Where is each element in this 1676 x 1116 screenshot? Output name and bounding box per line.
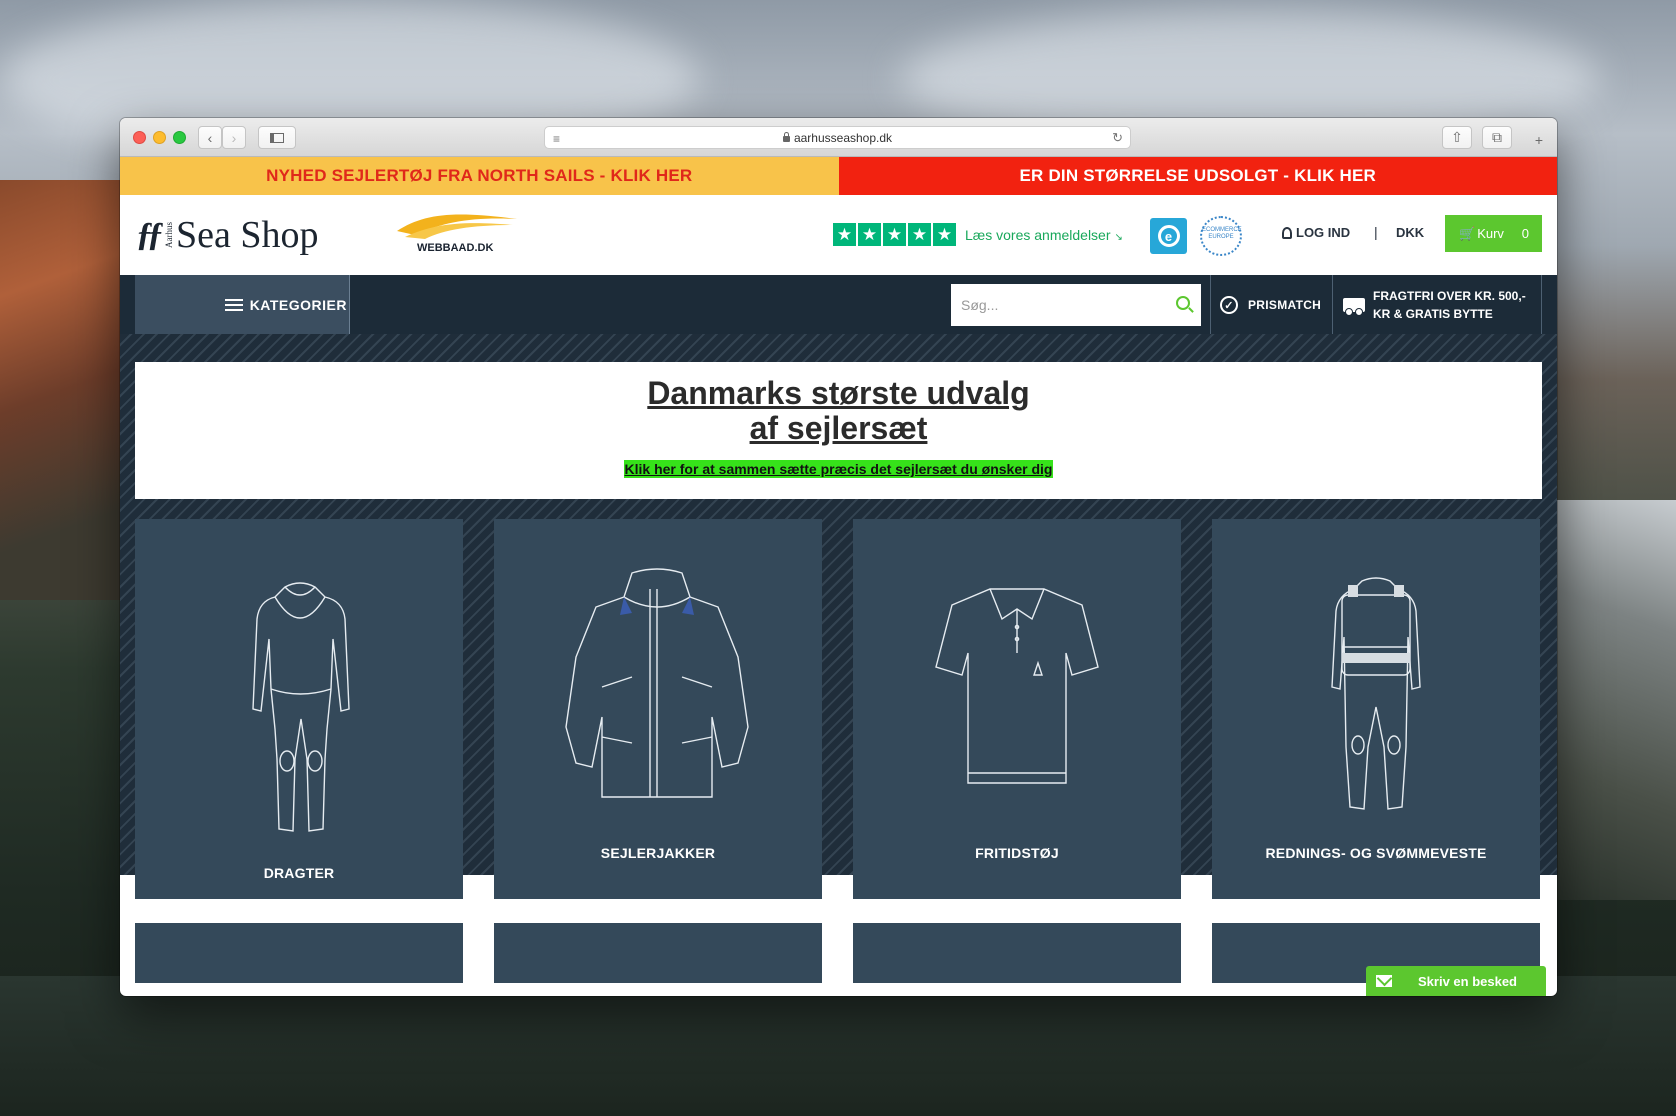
- cart-button[interactable]: 🛒 Kurv 0: [1445, 215, 1542, 252]
- categories-label: KATEGORIER: [249, 297, 347, 313]
- cart-icon: 🛒: [1459, 225, 1476, 241]
- category-tile-fritidstoej[interactable]: FRITIDSTØJ: [853, 519, 1181, 899]
- shipping-line1: FRAGTFRI OVER KR. 500,-: [1373, 289, 1526, 303]
- search-icon[interactable]: [1176, 296, 1190, 310]
- zoom-window-button[interactable]: [173, 131, 186, 144]
- trustpilot-reviews[interactable]: ★ ★ ★ ★ ★ Læs vores anmeldelser ↘: [833, 223, 1123, 246]
- logo-name: Sea Shop: [176, 214, 319, 256]
- e-mark-icon: e: [1157, 225, 1180, 247]
- category-tile-sejlerjakker[interactable]: SEJLERJAKKER: [494, 519, 822, 899]
- hero-title-line2: af sejlersæt: [749, 410, 928, 446]
- back-button[interactable]: ‹: [198, 126, 222, 149]
- sidebar-icon: [270, 132, 284, 143]
- reload-icon[interactable]: ↻: [1112, 130, 1123, 146]
- shipping-line2: KR & GRATIS BYTTE: [1373, 307, 1493, 321]
- category-tile[interactable]: [494, 923, 822, 983]
- browser-window: ‹ › ≡ aarhusseashop.dk ↻ ⇧ ⧉ + NYHED SEJ…: [120, 118, 1557, 996]
- polo-shirt-icon: [935, 588, 1099, 784]
- desktop-forest: [0, 976, 1676, 1116]
- webbaad-text: WEBBAAD.DK: [417, 242, 494, 254]
- site-logo[interactable]: ƒƒ Aarhus Sea Shop: [136, 213, 319, 257]
- site-header: ƒƒ Aarhus Sea Shop WEBBAAD.DK ★ ★ ★ ★ ★ …: [120, 195, 1557, 275]
- desktop-mountain: [0, 180, 130, 600]
- wetsuit-icon: [252, 582, 350, 832]
- shipping-info[interactable]: FRAGTFRI OVER KR. 500,- KR & GRATIS BYTT…: [1343, 275, 1526, 335]
- new-tab-button[interactable]: +: [1528, 128, 1550, 151]
- webbaad-logo[interactable]: WEBBAAD.DK: [395, 209, 520, 259]
- check-circle-icon: ✓: [1220, 296, 1238, 314]
- ecommerce-europe-badge[interactable]: ECOMMERCE EUROPE: [1200, 216, 1242, 256]
- user-icon: [1282, 226, 1292, 239]
- prismatch-label: PRISMATCH: [1248, 298, 1322, 312]
- address-url: aarhusseashop.dk: [793, 130, 893, 145]
- logo-mark-icon: ƒƒ: [136, 216, 164, 253]
- chat-label: Skriv en besked: [1418, 973, 1517, 989]
- star-icon: ★: [858, 223, 881, 246]
- main-nav: KATEGORIER Søg... ✓ PRISMATCH FRAGTFRI O…: [120, 275, 1557, 335]
- star-icon: ★: [833, 223, 856, 246]
- categories-menu-button[interactable]: KATEGORIER: [135, 275, 350, 335]
- prismatch-link[interactable]: ✓ PRISMATCH: [1220, 275, 1321, 335]
- nav-divider: [1541, 275, 1542, 335]
- cart-label: Kurv: [1477, 226, 1504, 241]
- main-content: Danmarks største udvalg af sejlersæt Kli…: [120, 334, 1557, 983]
- logo-small-text: Aarhus: [164, 222, 174, 248]
- chat-widget-button[interactable]: Skriv en besked: [1366, 966, 1546, 996]
- category-tile[interactable]: [135, 923, 463, 983]
- desktop-mountain: [1556, 500, 1676, 900]
- hero-title[interactable]: Danmarks største udvalg af sejlersæt: [135, 376, 1542, 446]
- tile-label: DRAGTER: [263, 865, 335, 881]
- hero-title-line1: Danmarks største udvalg: [647, 375, 1030, 411]
- minimize-window-button[interactable]: [153, 131, 166, 144]
- e-maerket-badge[interactable]: e: [1150, 218, 1187, 254]
- header-separator: |: [1374, 224, 1378, 240]
- menu-icon: [224, 299, 243, 311]
- truck-icon: [1343, 298, 1365, 316]
- address-bar[interactable]: ≡ aarhusseashop.dk ↻: [544, 126, 1131, 149]
- star-icon: ★: [933, 223, 956, 246]
- tabs-overview-button[interactable]: ⧉: [1482, 126, 1512, 149]
- jacket-icon: [565, 568, 749, 798]
- share-button[interactable]: ⇧: [1442, 126, 1472, 149]
- forward-button[interactable]: ›: [222, 126, 246, 149]
- category-tile-redningsveste[interactable]: REDNINGS- OG SVØMMEVESTE: [1212, 519, 1540, 899]
- chevron-icon: ↘: [1114, 231, 1123, 243]
- hero-banner: Danmarks største udvalg af sejlersæt Kli…: [135, 362, 1542, 499]
- browser-toolbar: ‹ › ≡ aarhusseashop.dk ↻ ⇧ ⧉ +: [120, 118, 1557, 157]
- login-link[interactable]: LOG IND: [1282, 225, 1350, 240]
- nav-divider: [1332, 275, 1333, 335]
- wave-icon: [397, 214, 517, 239]
- close-window-button[interactable]: [133, 131, 146, 144]
- tile-label: SEJLERJAKKER: [600, 845, 716, 861]
- promo-sold-out-link[interactable]: ER DIN STØRRELSE UDSOLGT - KLIK HER: [838, 157, 1557, 195]
- tile-label: FRITIDSTØJ: [975, 845, 1059, 861]
- life-vest-icon: [1331, 577, 1421, 810]
- star-icon: ★: [883, 223, 906, 246]
- nav-divider: [1210, 275, 1211, 335]
- envelope-icon: [1376, 975, 1392, 987]
- currency-selector[interactable]: DKK: [1396, 225, 1424, 240]
- promo-north-sails-link[interactable]: NYHED SEJLERTØJ FRA NORTH SAILS - KLIK H…: [120, 157, 839, 195]
- lock-icon: [782, 131, 790, 142]
- reviews-label: Læs vores anmeldelser: [965, 226, 1111, 243]
- login-label: LOG IND: [1296, 225, 1351, 240]
- cart-count: 0: [1521, 226, 1529, 241]
- star-icon: ★: [908, 223, 931, 246]
- shipping-text: FRAGTFRI OVER KR. 500,- KR & GRATIS BYTT…: [1373, 287, 1526, 323]
- reviews-link[interactable]: Læs vores anmeldelser ↘: [965, 227, 1123, 243]
- search-input[interactable]: Søg...: [951, 284, 1201, 326]
- hero-cta-link[interactable]: Klik her for at sammen sætte præcis det …: [623, 460, 1054, 478]
- tile-label: REDNINGS- OG SVØMMEVESTE: [1265, 845, 1487, 861]
- promo-bar: NYHED SEJLERTØJ FRA NORTH SAILS - KLIK H…: [120, 157, 1557, 195]
- category-tile-dragter[interactable]: DRAGTER: [135, 519, 463, 899]
- search-placeholder: Søg...: [961, 297, 999, 313]
- reader-icon[interactable]: ≡: [553, 132, 560, 146]
- category-tile[interactable]: [853, 923, 1181, 983]
- ecommerce-europe-text: ECOMMERCE EUROPE: [1202, 227, 1242, 240]
- sidebar-toggle-button[interactable]: [258, 126, 296, 149]
